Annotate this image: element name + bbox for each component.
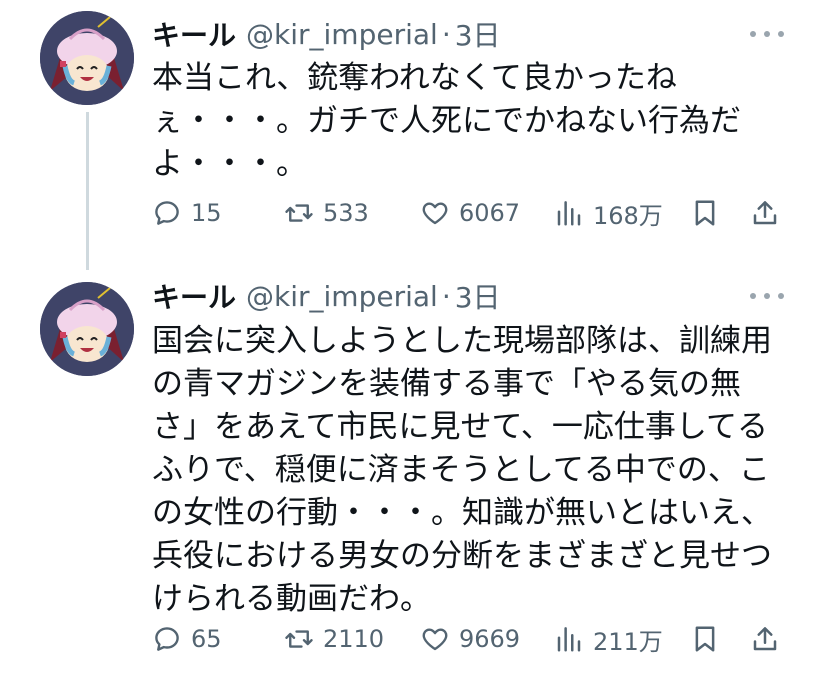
retweet-button[interactable]: 533 — [284, 193, 369, 233]
retweet-count: 2110 — [323, 625, 385, 653]
bookmark-button[interactable] — [690, 619, 720, 659]
tweet-text-line: の女性の行動・・・。知識が無いとはいえ、 — [152, 495, 772, 531]
avatar-image — [40, 282, 134, 376]
separator-dot: · — [441, 279, 451, 313]
avatar[interactable] — [40, 11, 134, 105]
tweet-text-line: 国会に突入しようとした現場部隊は、訓練用 — [152, 323, 772, 359]
tweet-header: キール @kir_imperial · 3日 — [152, 276, 501, 316]
views-button[interactable]: 168万 — [554, 193, 663, 233]
like-count: 6067 — [459, 199, 521, 227]
tweet-text-line: よ・・・。 — [152, 146, 307, 182]
tweet-text-line: けられる動画だわ。 — [152, 581, 431, 617]
tweet-text: 国会に突入しようとした現場部隊は、訓練用 の青マガジンを装備する事で「やる気の無… — [152, 320, 772, 621]
timestamp[interactable]: 3日 — [455, 276, 501, 316]
heart-icon — [422, 202, 448, 225]
view-count: 168万 — [593, 201, 663, 230]
retweet-arrows-icon — [285, 630, 313, 648]
bar-chart-icon — [557, 201, 581, 226]
tweet-text-line: ぇ・・・。ガチで人死にでかねない行為だ — [152, 103, 741, 139]
like-count: 9669 — [459, 625, 521, 653]
bookmark-icon — [695, 626, 715, 652]
tweet-text-line: さ」をあえて市民に見せて、一応仕事してる — [152, 409, 768, 445]
share-button[interactable] — [750, 193, 780, 233]
like-button[interactable]: 6067 — [420, 193, 520, 233]
reply-count: 65 — [191, 625, 222, 653]
author-name[interactable]: キール — [152, 14, 236, 54]
tweet-header: キール @kir_imperial · 3日 — [152, 14, 501, 54]
views-button[interactable]: 211万 — [554, 619, 663, 659]
tweet-text-line: 本当これ、銃奪われなくて良かったね — [152, 60, 677, 96]
thread-connector-line — [86, 112, 89, 270]
more-dots-icon[interactable] — [750, 286, 784, 306]
reply-button[interactable]: 65 — [152, 619, 222, 659]
tweet[interactable]: キール @kir_imperial · 3日 本当これ、銃奪われなくて良かったね… — [0, 0, 828, 270]
reply-count: 15 — [191, 199, 222, 227]
tweet-text: 本当これ、銃奪われなくて良かったね ぇ・・・。ガチで人死にでかねない行為だ よ・… — [152, 57, 772, 186]
avatar-image — [40, 11, 134, 105]
heart-icon — [422, 628, 448, 651]
retweet-arrows-icon — [285, 204, 313, 222]
like-button[interactable]: 9669 — [420, 619, 520, 659]
bar-chart-icon — [557, 627, 581, 652]
share-upload-icon — [753, 627, 777, 651]
tweet-actions: 15 533 6067 168万 — [152, 193, 792, 233]
speech-bubble-icon — [155, 627, 179, 651]
timestamp[interactable]: 3日 — [455, 14, 501, 54]
author-handle[interactable]: @kir_imperial — [246, 280, 438, 313]
avatar[interactable] — [40, 282, 134, 376]
reply-button[interactable]: 15 — [152, 193, 222, 233]
retweet-button[interactable]: 2110 — [284, 619, 384, 659]
tweet-text-line: の青マガジンを装備する事で「やる気の無 — [152, 366, 741, 402]
separator-dot: · — [441, 17, 451, 51]
author-handle[interactable]: @kir_imperial — [246, 18, 438, 51]
tweet-actions: 65 2110 9669 211万 — [152, 619, 792, 659]
author-name[interactable]: キール — [152, 276, 236, 316]
speech-bubble-icon — [155, 201, 179, 225]
more-dots-icon[interactable] — [750, 24, 784, 44]
tweet-text-line: 兵役における男女の分断をまざまざと見せつ — [152, 538, 772, 574]
view-count: 211万 — [593, 627, 663, 656]
retweet-count: 533 — [323, 199, 369, 227]
bookmark-icon — [695, 200, 715, 226]
tweet[interactable]: キール @kir_imperial · 3日 国会に突入しようとした現場部隊は、… — [0, 262, 828, 673]
share-upload-icon — [753, 201, 777, 225]
bookmark-button[interactable] — [690, 193, 720, 233]
share-button[interactable] — [750, 619, 780, 659]
tweet-text-line: ふりで、穏便に済まそうとしてる中での、こ — [152, 452, 770, 488]
